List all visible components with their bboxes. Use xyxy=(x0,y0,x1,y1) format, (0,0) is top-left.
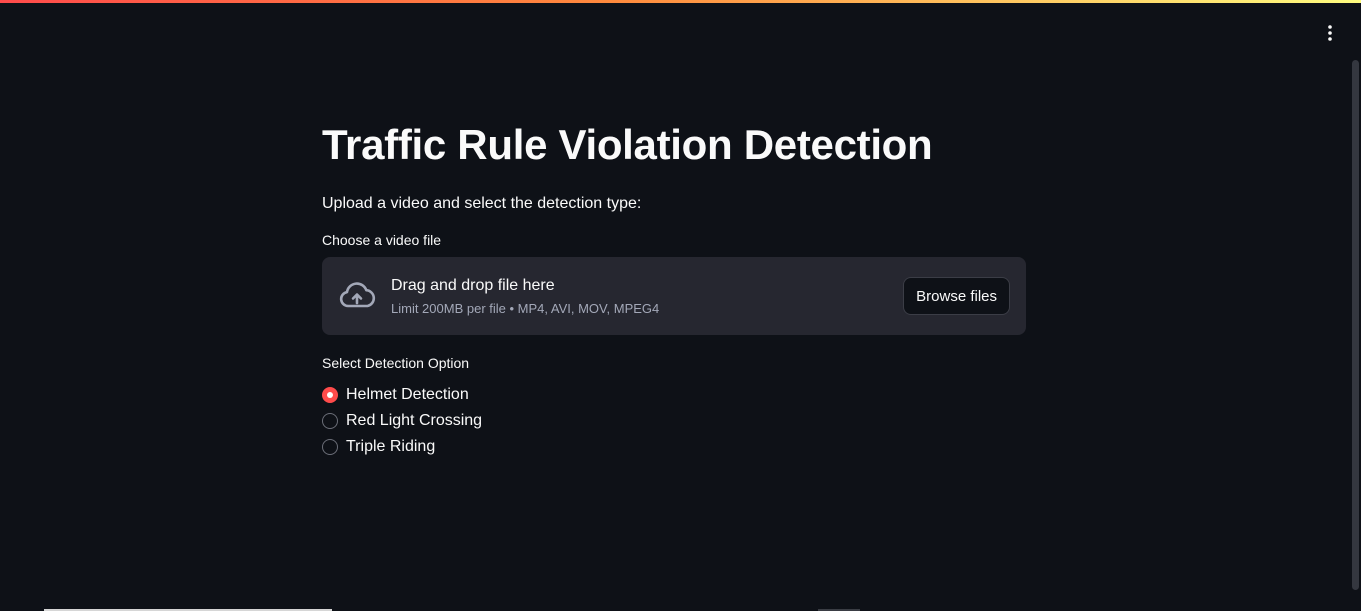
radio-option-red-light-crossing[interactable]: Red Light Crossing xyxy=(322,408,1026,434)
detection-radio-group: Helmet Detection Red Light Crossing Trip… xyxy=(322,382,1026,460)
page-subtitle: Upload a video and select the detection … xyxy=(322,195,642,212)
cloud-upload-icon xyxy=(338,282,376,310)
top-decoration-stripe xyxy=(0,0,1361,3)
radio-option-label: Red Light Crossing xyxy=(346,412,483,429)
radio-option-label: Helmet Detection xyxy=(346,386,469,403)
file-uploader-label: Choose a video file xyxy=(322,232,442,248)
radio-unselected-icon xyxy=(322,439,338,455)
browse-files-button[interactable]: Browse files xyxy=(903,277,1010,315)
main-menu-button[interactable] xyxy=(1319,20,1341,46)
main-content: Traffic Rule Violation Detection Upload … xyxy=(322,118,1026,460)
vertical-ellipsis-icon xyxy=(1328,25,1332,41)
page-title: Traffic Rule Violation Detection xyxy=(322,121,933,168)
radio-unselected-icon xyxy=(322,413,338,429)
dropzone-instructions: Drag and drop file here Limit 200MB per … xyxy=(391,275,903,318)
radio-option-label: Triple Riding xyxy=(346,438,436,455)
detection-option-label: Select Detection Option xyxy=(322,355,470,371)
dropzone-limit-text: Limit 200MB per file • MP4, AVI, MOV, MP… xyxy=(391,300,660,316)
radio-selected-icon xyxy=(322,387,338,403)
dropzone-title: Drag and drop file here xyxy=(391,276,555,294)
radio-option-helmet-detection[interactable]: Helmet Detection xyxy=(322,382,1026,408)
vertical-scrollbar[interactable] xyxy=(1352,60,1359,590)
file-dropzone[interactable]: Drag and drop file here Limit 200MB per … xyxy=(322,257,1026,335)
radio-option-triple-riding[interactable]: Triple Riding xyxy=(322,434,1026,460)
